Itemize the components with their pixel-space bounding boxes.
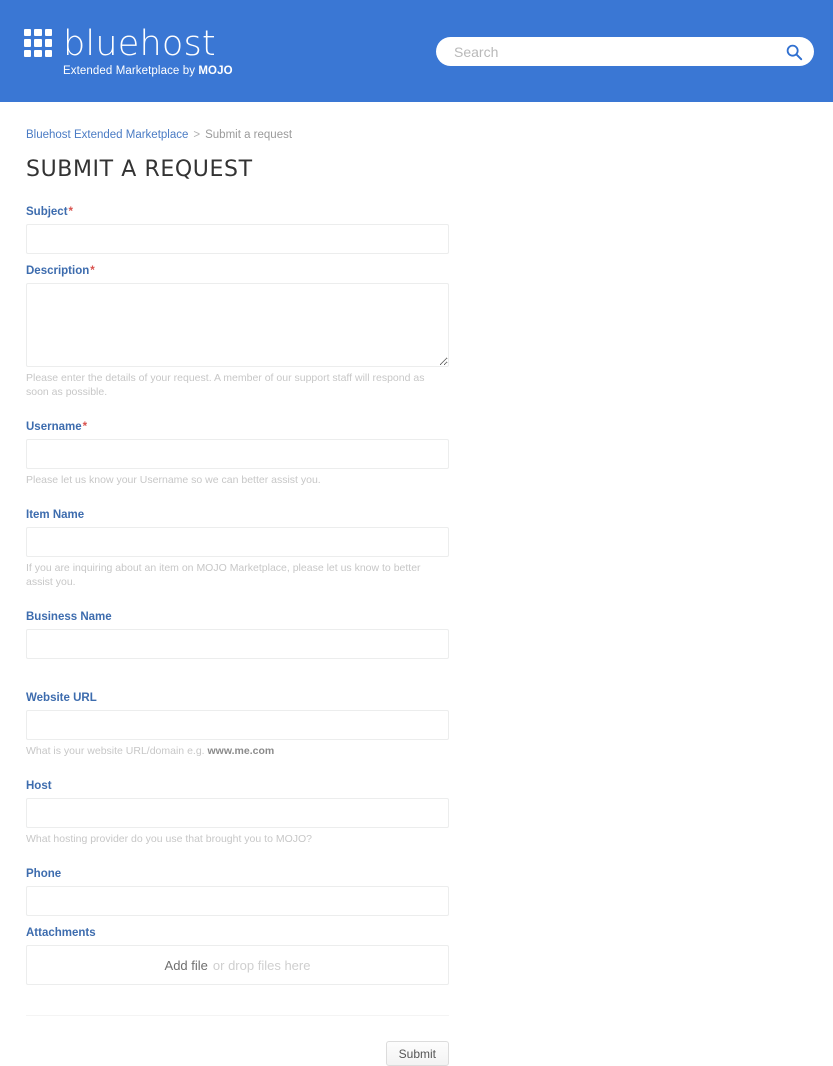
hint-item-name: If you are inquiring about an item on MO… <box>26 562 421 588</box>
page-title: SUBMIT A REQUEST <box>26 157 253 182</box>
field-business-name: Business Name <box>26 611 449 659</box>
hint-host: What hosting provider do you use that br… <box>26 833 312 845</box>
website-url-input[interactable] <box>26 710 449 740</box>
label-phone: Phone <box>26 868 62 880</box>
field-phone: Phone <box>26 868 449 916</box>
required-marker: * <box>68 206 74 218</box>
label-business-name: Business Name <box>26 611 112 623</box>
hint-description: Please enter the details of your request… <box>26 372 425 398</box>
label-host: Host <box>26 780 52 792</box>
field-host: Host What hosting provider do you use th… <box>26 780 449 846</box>
label-item-name: Item Name <box>26 509 85 521</box>
search-button[interactable] <box>774 37 814 66</box>
required-marker: * <box>82 421 88 433</box>
form-footer: Submit <box>26 1041 449 1066</box>
field-item-name: Item Name If you are inquiring about an … <box>26 509 449 589</box>
search-input[interactable] <box>452 38 774 65</box>
breadcrumb-home-link[interactable]: Bluehost Extended Marketplace <box>26 129 188 141</box>
subject-input[interactable] <box>26 224 449 254</box>
field-website-url: Website URL What is your website URL/dom… <box>26 692 449 758</box>
description-textarea[interactable] <box>26 283 449 367</box>
field-subject: Subject* <box>26 206 449 254</box>
brand-tagline: Extended Marketplace by MOJO <box>63 65 233 77</box>
form-divider <box>26 1015 449 1016</box>
required-marker: * <box>90 265 95 277</box>
field-username: Username* Please let us know your Userna… <box>26 421 449 487</box>
add-file-link[interactable]: Add file <box>165 958 208 973</box>
item-name-input[interactable] <box>26 527 449 557</box>
hint-website-url: What is your website URL/domain e.g. www… <box>26 744 449 758</box>
drop-files-hint: or drop files here <box>212 957 311 973</box>
hint-website-url-prefix: What is your website URL/domain e.g. <box>26 745 208 757</box>
attachments-dropzone[interactable]: Add file or drop files here <box>26 945 449 985</box>
search-bar[interactable] <box>436 37 814 66</box>
search-icon <box>786 44 803 60</box>
label-attachments: Attachments <box>26 927 96 939</box>
label-subject-text: Subject <box>26 206 68 218</box>
breadcrumb: Bluehost Extended Marketplace > Submit a r… <box>26 129 833 141</box>
label-subject: Subject* <box>26 206 449 218</box>
brand-tagline-prefix: Extended Marketplace by <box>63 65 199 77</box>
hint-website-url-example: www.me.com <box>207 745 275 757</box>
site-header: bluehost Extended Marketplace by MOJO <box>0 0 833 102</box>
brand-tagline-strong: MOJO <box>198 65 233 77</box>
business-name-input[interactable] <box>26 629 449 659</box>
hint-username: Please let us know your Username so we c… <box>26 474 321 486</box>
breadcrumb-current: Submit a request <box>205 129 293 141</box>
label-description: Description* <box>26 265 449 277</box>
label-website-url: Website URL <box>26 692 97 704</box>
label-description-text: Description <box>26 265 90 277</box>
phone-input[interactable] <box>26 886 449 916</box>
field-attachments: Attachments Add file or drop files here <box>26 927 449 985</box>
host-input[interactable] <box>26 798 449 828</box>
grid-3x3-icon <box>24 29 52 57</box>
breadcrumb-separator: > <box>193 129 201 141</box>
submit-request-form: Subject* Description* Please enter the d… <box>26 206 449 1066</box>
brand-logo[interactable]: bluehost Extended Marketplace by MOJO <box>24 26 233 77</box>
label-username: Username* <box>26 421 449 433</box>
brand-name: bluehost <box>63 24 216 64</box>
label-username-text: Username <box>26 421 82 433</box>
main-content: Bluehost Extended Marketplace > Submit a r… <box>0 129 833 1066</box>
submit-button[interactable]: Submit <box>385 1041 449 1066</box>
username-input[interactable] <box>26 439 449 469</box>
field-description: Description* Please enter the details of… <box>26 265 449 399</box>
